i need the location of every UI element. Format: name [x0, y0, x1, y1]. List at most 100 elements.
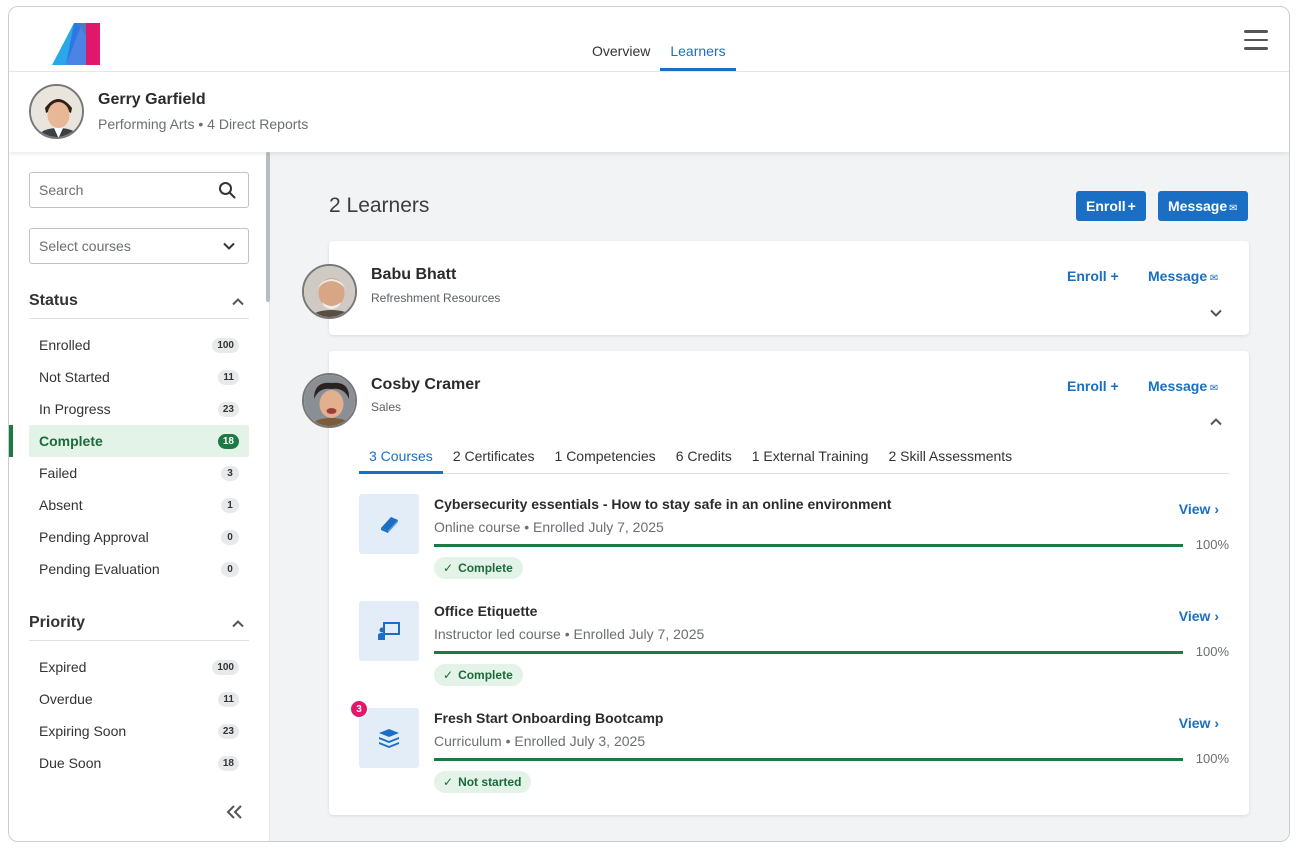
progress-fill	[434, 544, 1183, 547]
chevron-right-icon: ›	[1210, 715, 1219, 731]
count-badge: 23	[217, 402, 239, 417]
message-label: Message	[1148, 378, 1208, 394]
tab-courses[interactable]: 3 Courses	[359, 442, 443, 474]
chevron-up-icon[interactable]	[1209, 415, 1223, 429]
filter-label: Pending Evaluation	[39, 561, 160, 577]
filter-item-due-soon[interactable]: Due Soon 18	[29, 747, 249, 779]
check-icon: ✓	[443, 668, 454, 682]
priority-section-title: Priority	[29, 614, 86, 631]
avatar	[29, 84, 84, 139]
progress-fill	[434, 651, 1183, 654]
filter-label: Overdue	[39, 691, 93, 707]
filter-item-pending-approval[interactable]: Pending Approval 0	[29, 521, 249, 553]
status-badge: ✓ Complete	[434, 664, 523, 686]
filter-item-not-started[interactable]: Not Started 11	[29, 361, 249, 393]
manager-profile: Gerry Garfield Performing Arts • 4 Direc…	[9, 72, 1289, 152]
filter-label: Pending Approval	[39, 529, 149, 545]
enroll-all-button[interactable]: Enroll +	[1076, 191, 1146, 221]
view-course-button[interactable]: View ›	[1179, 501, 1219, 517]
menu-icon[interactable]	[1244, 30, 1268, 50]
notification-badge: 3	[350, 700, 368, 718]
filter-item-expired[interactable]: Expired 100	[29, 651, 249, 683]
filter-item-absent[interactable]: Absent 1	[29, 489, 249, 521]
message-all-button[interactable]: Message ✉	[1158, 191, 1248, 221]
count-badge: 23	[217, 724, 239, 739]
tab-overview[interactable]: Overview	[582, 35, 660, 71]
course-title: Office Etiquette	[434, 603, 538, 619]
filter-label: Complete	[39, 433, 103, 449]
priority-section-header[interactable]: Priority	[29, 614, 249, 641]
course-meta: Curriculum • Enrolled July 3, 2025	[434, 733, 646, 749]
status-section-title: Status	[29, 292, 78, 309]
enroll-button[interactable]: Enroll +	[1067, 268, 1119, 284]
view-label: View	[1178, 608, 1211, 624]
stack-icon	[379, 729, 399, 748]
learner-department: Sales	[371, 400, 402, 414]
priority-filter-list: Expired 100 Overdue 11 Expiring Soon 23 Due So…	[29, 651, 249, 779]
learners-count: 2 Learners	[329, 194, 430, 217]
message-button[interactable]: Message ✉	[1148, 378, 1218, 394]
search-field	[29, 172, 249, 208]
search-icon[interactable]	[218, 181, 236, 199]
tab-learners[interactable]: Learners	[660, 35, 736, 71]
count-badge: 100	[212, 660, 239, 675]
count-badge: 11	[218, 692, 239, 707]
plus-icon: +	[1127, 198, 1136, 214]
course-meta: Online course • Enrolled July 7, 2025	[434, 519, 664, 535]
chevron-up-icon	[232, 620, 244, 628]
view-course-button[interactable]: View ›	[1179, 715, 1219, 731]
filter-item-expiring-soon[interactable]: Expiring Soon 23	[29, 715, 249, 747]
filter-item-pending-evaluation[interactable]: Pending Evaluation 0	[29, 553, 249, 585]
chevron-down-icon[interactable]	[1209, 306, 1223, 320]
course-item: Cybersecurity essentials - How to stay s…	[359, 494, 1229, 594]
view-label: View	[1178, 715, 1211, 731]
message-button[interactable]: Message ✉	[1148, 268, 1218, 284]
status-badge: ✓ Not started	[434, 771, 532, 793]
filter-label: In Progress	[39, 401, 111, 417]
envelope-icon: ✉	[1207, 383, 1219, 394]
filter-item-enrolled[interactable]: Enrolled 100	[29, 329, 249, 361]
filter-item-overdue[interactable]: Overdue 11	[29, 683, 249, 715]
status-section-header[interactable]: Status	[29, 292, 249, 319]
filter-label: Expiring Soon	[39, 723, 127, 739]
count-badge: 0	[221, 530, 239, 545]
course-meta: Instructor led course • Enrolled July 7,…	[434, 626, 705, 642]
enroll-label: Enroll	[1067, 268, 1107, 284]
filter-sidebar: Select courses Status Enrolled100Not Sta…	[9, 152, 270, 841]
tab-credits[interactable]: 6 Credits	[666, 442, 742, 474]
status-label: Complete	[458, 561, 513, 575]
envelope-icon: ✉	[1229, 203, 1238, 214]
tab-skill-assessments[interactable]: 2 Skill Assessments	[878, 442, 1022, 474]
avatar	[302, 264, 357, 319]
tab-certificates[interactable]: 2 Certificates	[443, 442, 545, 474]
filter-item-complete[interactable]: Complete 18	[9, 425, 249, 457]
envelope-icon: ✉	[1207, 273, 1219, 284]
progress-fill	[434, 758, 1183, 761]
tab-competencies[interactable]: 1 Competencies	[545, 442, 666, 474]
top-bar: Overview Learners	[9, 7, 1289, 72]
enroll-button[interactable]: Enroll +	[1067, 378, 1119, 394]
filter-label: Due Soon	[39, 755, 102, 771]
collapse-sidebar-icon[interactable]	[225, 804, 245, 820]
count-badge: 18	[217, 434, 239, 449]
filter-label: Absent	[39, 497, 83, 513]
learners-panel: 2 Learners Enroll + Message ✉ Babu Bhatt R…	[270, 152, 1289, 841]
view-course-button[interactable]: View ›	[1179, 608, 1219, 624]
status-badge: ✓ Complete	[434, 557, 523, 579]
progress-percent: 100%	[1195, 644, 1229, 659]
course-select-placeholder: Select courses	[39, 238, 131, 254]
course-icon-tile	[359, 494, 419, 554]
course-select[interactable]: Select courses	[29, 228, 249, 264]
learner-name: Babu Bhatt	[371, 266, 457, 283]
chevron-up-icon	[232, 298, 244, 306]
search-input[interactable]	[39, 182, 209, 198]
instructor-icon	[378, 622, 400, 640]
filter-item-in-progress[interactable]: In Progress 23	[29, 393, 249, 425]
filter-label: Not Started	[39, 369, 110, 385]
learner-tabs: 3 Courses 2 Certificates 1 Competencies …	[359, 442, 1229, 474]
tab-external-training[interactable]: 1 External Training	[742, 442, 879, 474]
avatar	[302, 373, 357, 428]
status-label: Complete	[458, 668, 513, 682]
chevron-right-icon: ›	[1210, 501, 1219, 517]
filter-item-failed[interactable]: Failed 3	[29, 457, 249, 489]
